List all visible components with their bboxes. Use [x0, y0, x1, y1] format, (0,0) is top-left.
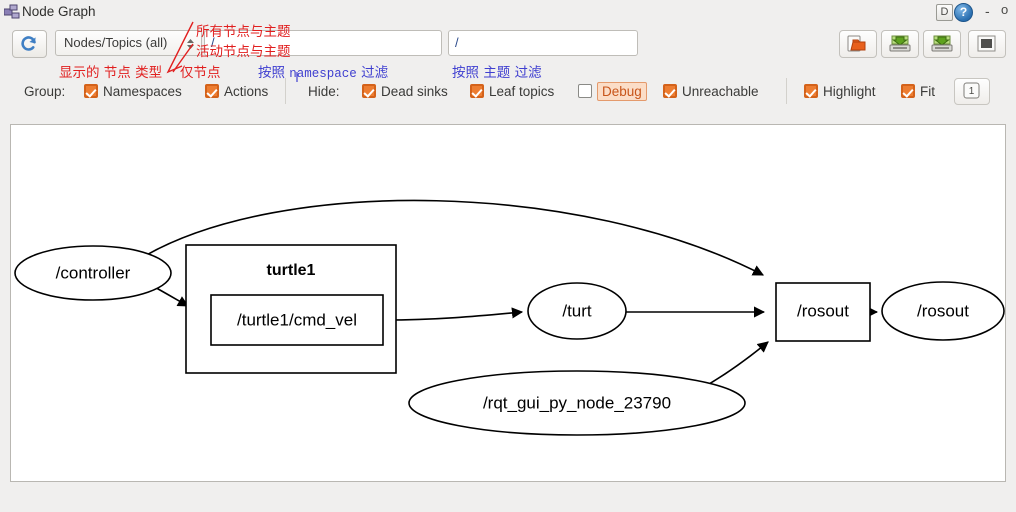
node-graph-icon	[3, 4, 20, 20]
checkbox-leaf-topics[interactable]	[470, 84, 484, 98]
annotation-nodes-only: 仅节点	[180, 65, 221, 81]
fit-in-view-button[interactable]: 1	[954, 78, 990, 105]
load-dot-button[interactable]	[839, 30, 877, 58]
node-label-rosout-topic: /rosout	[917, 301, 969, 320]
label-debug: Debug	[597, 82, 647, 101]
toolbar-separator-2	[786, 78, 787, 104]
help-icon[interactable]: ?	[954, 3, 973, 22]
window-title: Node Graph	[22, 4, 96, 19]
dock-button[interactable]: D	[936, 4, 953, 21]
graph-type-combobox[interactable]: Nodes/Topics (all)	[55, 30, 202, 56]
node-label-cmd-vel: /turtle1/cmd_vel	[237, 310, 357, 329]
annotation-filter-by-topic: 按照 主题 过滤	[452, 65, 542, 81]
annotation-all-nodes-topics: 所有节点与主题	[196, 24, 291, 40]
title-bar: Node Graph D ? - o	[0, 0, 1016, 25]
group-label: Group:	[24, 84, 66, 99]
minimize-button[interactable]: -	[985, 3, 990, 19]
graph-node-rqt-gui[interactable]: /rqt_gui_py_node_23790	[408, 370, 746, 436]
node-label-rqt-gui: /rqt_gui_py_node_23790	[483, 393, 671, 412]
node-label-rosout-node: /rosout	[797, 301, 849, 320]
hide-label: Hide:	[308, 84, 340, 99]
topic-filter-value: /	[455, 35, 459, 50]
save-dot-button[interactable]	[881, 30, 919, 58]
checkbox-unreachable[interactable]	[663, 84, 677, 98]
annotation-active-nodes-topics: 活动节点与主题	[196, 44, 291, 60]
checkbox-dead-sinks[interactable]	[362, 84, 376, 98]
graph-node-controller[interactable]: /controller	[14, 245, 172, 301]
label-unreachable: Unreachable	[682, 84, 759, 99]
checkbox-actions[interactable]	[205, 84, 219, 98]
annotation-ns-keyword: namespace	[289, 67, 357, 81]
annotation-ns-suffix: 过滤	[361, 65, 389, 81]
graph-type-value: Nodes/Topics (all)	[64, 35, 168, 50]
save-image-button[interactable]	[923, 30, 961, 58]
graph-node-turt[interactable]: /turt	[527, 282, 627, 340]
label-namespaces: Namespaces	[103, 84, 182, 99]
edge-cmd-vel-to-turt	[383, 307, 524, 321]
node-label-controller: /controller	[56, 263, 131, 282]
node-label-turt: /turt	[562, 301, 592, 320]
checkbox-highlight[interactable]	[804, 84, 818, 98]
node-graph-svg[interactable]: turtle1 /turtle1/cmd_vel /controller /tu…	[11, 125, 1005, 481]
graph-node-rosout-topic[interactable]: /rosout	[881, 281, 1005, 341]
group-label-turtle1: turtle1	[267, 262, 316, 279]
annotation-displayed-node-type: 显示的 节点 类型	[59, 65, 163, 81]
chevron-updown-icon	[186, 36, 195, 52]
graph-node-rosout[interactable]: /rosout	[775, 282, 871, 342]
label-dead-sinks: Dead sinks	[381, 84, 448, 99]
toolbar-separator	[285, 78, 286, 104]
stop-button[interactable]	[968, 30, 1006, 58]
label-actions: Actions	[224, 84, 269, 99]
checkbox-namespaces[interactable]	[84, 84, 98, 98]
maximize-button[interactable]: o	[1001, 2, 1008, 17]
checkbox-fit[interactable]	[901, 84, 915, 98]
label-fit: Fit	[920, 84, 935, 99]
annotation-filter-by-namespace: 按照 namespace 过滤	[258, 61, 388, 81]
label-leaf-topics: Leaf topics	[489, 84, 555, 99]
checkbox-debug[interactable]	[578, 84, 592, 98]
refresh-button[interactable]	[12, 30, 47, 58]
svg-text:1: 1	[969, 86, 975, 97]
graph-canvas[interactable]: turtle1 /turtle1/cmd_vel /controller /tu…	[10, 124, 1006, 482]
topic-filter-input[interactable]: /	[448, 30, 638, 56]
edge-rqt-gui-to-rosout	[708, 341, 769, 385]
annotation-ns-prefix: 按照	[258, 65, 285, 81]
graph-group-turtle1[interactable]: turtle1 /turtle1/cmd_vel	[185, 244, 397, 374]
label-highlight: Highlight	[823, 84, 876, 99]
